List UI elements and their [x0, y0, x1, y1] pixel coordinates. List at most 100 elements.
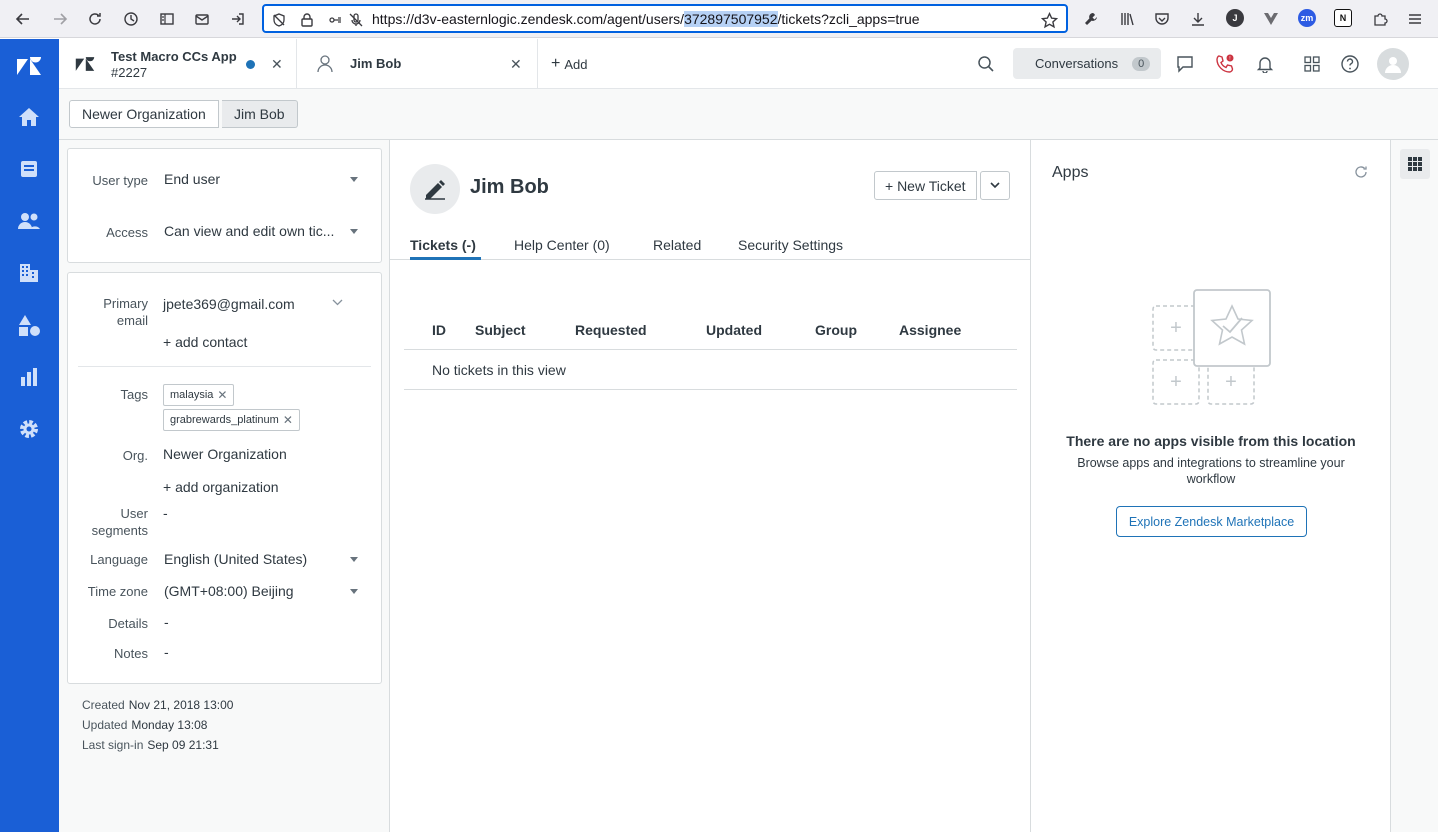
explore-marketplace-button[interactable]: Explore Zendesk Marketplace: [1116, 506, 1307, 537]
timezone-select[interactable]: (GMT+08:00) Beijing: [164, 583, 294, 599]
column-header-updated[interactable]: Updated: [706, 322, 762, 338]
extension-j-icon[interactable]: J: [1226, 9, 1244, 27]
extension-notion-icon[interactable]: N: [1334, 9, 1352, 27]
column-header-subject[interactable]: Subject: [475, 322, 526, 338]
organizations-icon[interactable]: [17, 261, 41, 285]
reporting-icon[interactable]: [17, 365, 41, 389]
library-icon[interactable]: [1117, 9, 1137, 29]
context-panel-strip: [1391, 140, 1438, 832]
primary-email-label: Primary email: [103, 296, 148, 328]
primary-email-value[interactable]: jpete369@gmail.com: [163, 296, 295, 312]
forward-icon[interactable]: [50, 9, 70, 29]
notes-value[interactable]: -: [164, 644, 169, 660]
admin-gear-icon[interactable]: [17, 417, 41, 441]
active-tab-indicator: [410, 257, 481, 260]
address-bar[interactable]: https://d3v-easternlogic.zendesk.com/age…: [262, 4, 1068, 33]
chat-icon[interactable]: [1174, 53, 1196, 75]
user-details-card: Primary email jpete369@gmail.com + add co…: [67, 272, 382, 684]
chevron-down-icon: [350, 177, 358, 182]
chevron-down-icon: [350, 589, 358, 594]
sidebar-icon[interactable]: [157, 9, 177, 29]
new-ticket-button[interactable]: + New Ticket: [874, 171, 977, 200]
tag-chip[interactable]: malaysia ✕: [163, 384, 235, 406]
views-icon[interactable]: [17, 157, 41, 181]
tab-related[interactable]: Related: [653, 237, 701, 253]
org-value[interactable]: Newer Organization: [163, 446, 287, 462]
user-avatar[interactable]: [410, 164, 460, 214]
breadcrumb-user[interactable]: Jim Bob: [222, 100, 298, 128]
add-contact-link[interactable]: + add contact: [163, 334, 247, 350]
apps-title: Apps: [1052, 164, 1089, 181]
phone-icon[interactable]: !: [1214, 53, 1236, 75]
notifications-bell-icon[interactable]: [1254, 53, 1276, 75]
tab-security-settings[interactable]: Security Settings: [738, 237, 843, 253]
apps-empty-subtitle: Browse apps and integrations to streamli…: [1077, 456, 1345, 486]
conversations-count-badge: 0: [1132, 56, 1151, 71]
breadcrumb: Newer Organization Jim Bob: [59, 89, 1438, 140]
chevron-down-icon: [350, 229, 358, 234]
details-value[interactable]: -: [164, 614, 169, 630]
zendesk-logo-icon[interactable]: [16, 53, 42, 79]
remove-tag-icon[interactable]: ✕: [217, 388, 227, 402]
details-label: Details: [108, 616, 148, 631]
remove-tag-icon[interactable]: ✕: [283, 413, 293, 427]
add-tab-button[interactable]: + Add: [551, 55, 587, 73]
notes-label: Notes: [114, 646, 148, 661]
tab-tickets[interactable]: Tickets (-): [410, 237, 476, 253]
home-icon[interactable]: [17, 105, 41, 129]
breadcrumb-organization[interactable]: Newer Organization: [69, 100, 219, 128]
tab-jim-bob[interactable]: Jim Bob ✕: [297, 39, 538, 88]
reload-icon[interactable]: [85, 9, 105, 29]
chevron-down-icon: [990, 182, 1000, 189]
extension-vue-icon[interactable]: [1261, 9, 1281, 29]
access-select[interactable]: Can view and edit own tic...: [164, 223, 334, 239]
pocket-icon[interactable]: [1152, 9, 1172, 29]
objects-shapes-icon[interactable]: [17, 313, 41, 337]
tags-label: Tags: [120, 387, 148, 402]
permissions-icon[interactable]: [325, 10, 345, 30]
tag-chip[interactable]: grabrewards_platinum ✕: [163, 409, 300, 431]
apps-pane: Apps + + + There are no apps visible fro…: [1031, 140, 1391, 832]
column-header-assignee[interactable]: Assignee: [899, 322, 961, 338]
apps-empty-title: There are no apps visible from this loca…: [1066, 433, 1356, 449]
tracking-protection-icon[interactable]: [269, 10, 289, 30]
sign-in-icon[interactable]: [228, 9, 248, 29]
tab-subtitle: #2227: [111, 65, 148, 80]
extensions-puzzle-icon[interactable]: [1370, 9, 1390, 29]
chevron-down-icon[interactable]: [332, 299, 343, 307]
chevron-down-icon: [350, 557, 358, 562]
menu-hamburger-icon[interactable]: [1405, 9, 1425, 29]
plus-icon: +: [551, 55, 561, 72]
microphone-muted-icon[interactable]: [346, 10, 366, 30]
back-icon[interactable]: [13, 9, 33, 29]
pencil-icon: [425, 180, 445, 200]
close-icon[interactable]: ✕: [271, 56, 283, 73]
avatar[interactable]: [1377, 48, 1409, 80]
refresh-icon[interactable]: [1353, 164, 1371, 182]
column-header-group[interactable]: Group: [815, 322, 857, 338]
help-icon[interactable]: [1339, 53, 1361, 75]
search-icon[interactable]: [975, 53, 997, 75]
apps-grid-icon[interactable]: [1301, 53, 1323, 75]
close-icon[interactable]: ✕: [510, 56, 522, 73]
add-organization-link[interactable]: + add organization: [163, 479, 279, 495]
unsaved-dot: [246, 60, 255, 69]
customers-icon[interactable]: [17, 209, 41, 233]
extension-zoom-icon[interactable]: zm: [1298, 9, 1316, 27]
column-header-id[interactable]: ID: [432, 322, 446, 338]
lock-icon[interactable]: [297, 10, 317, 30]
tab-ticket-2227[interactable]: Test Macro CCs App #2227 ✕: [59, 39, 297, 88]
wrench-icon[interactable]: [1081, 9, 1101, 29]
mail-icon[interactable]: [192, 9, 212, 29]
new-ticket-dropdown-button[interactable]: [980, 171, 1010, 200]
column-header-requested[interactable]: Requested: [575, 322, 647, 338]
page-title[interactable]: Jim Bob: [470, 176, 549, 199]
history-icon[interactable]: [121, 9, 141, 29]
bookmark-star-icon[interactable]: [1039, 10, 1059, 30]
user-type-select[interactable]: End user: [164, 171, 220, 187]
apps-toggle-button[interactable]: [1400, 149, 1430, 179]
language-select[interactable]: English (United States): [164, 551, 307, 567]
downloads-icon[interactable]: [1188, 9, 1208, 29]
conversations-button[interactable]: Conversations 0: [1013, 48, 1161, 79]
tab-help-center[interactable]: Help Center (0): [514, 237, 610, 253]
